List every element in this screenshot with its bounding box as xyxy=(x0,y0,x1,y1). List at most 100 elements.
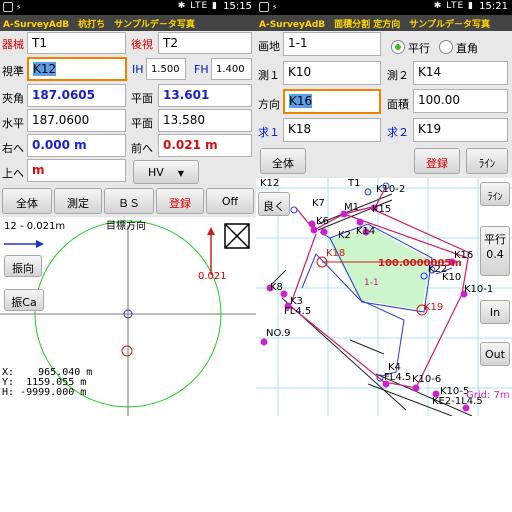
plane-distance-field[interactable]: 13.601 xyxy=(158,84,252,107)
status-bar-right: ⚡ ✱ LTE ▮ 15:21 xyxy=(256,0,512,15)
hv-select[interactable]: HV ▼ xyxy=(133,160,199,184)
fh-label: FH xyxy=(194,63,209,76)
target-direction-label: 目標方向 xyxy=(106,221,146,232)
area-label: 面積 xyxy=(387,98,409,111)
parallel-offset-label: 平行 xyxy=(484,233,506,246)
instrument-label: 器械 xyxy=(2,38,24,51)
point-label-m1: M1 xyxy=(344,202,359,213)
point-label-k7: K7 xyxy=(312,198,325,209)
calc2-label: 求２ xyxy=(387,126,409,139)
zoom-in-button[interactable]: In xyxy=(480,300,510,324)
point-label-k10: K10 xyxy=(442,272,462,283)
point-label-k10-6: K10-6 xyxy=(412,374,442,385)
forward-offset-field[interactable]: 0.021 m xyxy=(158,134,252,157)
swing-button[interactable]: 振向 xyxy=(4,255,42,277)
point-label-k18: K18 xyxy=(326,248,346,259)
clock: 15:15 xyxy=(223,1,252,12)
plane-field-2[interactable]: 13.580 xyxy=(158,109,252,132)
map-line-button[interactable]: ﾗｲﾝ xyxy=(480,182,510,206)
sight-value: K12 xyxy=(33,62,57,76)
point-label-k2: K2 xyxy=(338,230,351,241)
survey1-field[interactable]: K10 xyxy=(283,61,381,85)
calc1-field[interactable]: K18 xyxy=(283,118,381,142)
ih-field[interactable]: 1.500 xyxy=(146,58,186,80)
off-button[interactable]: Off xyxy=(206,188,254,214)
instrument-field[interactable]: T1 xyxy=(27,32,126,54)
parcel-id-label: 1-1 xyxy=(364,278,379,288)
direction-label: 方向 xyxy=(258,98,280,111)
forward-value-label: 0.021 xyxy=(198,271,227,282)
coord-h: H: -9999.000 m xyxy=(2,387,87,398)
point-label-k8: K8 xyxy=(270,282,283,293)
up-offset-label: 上へ xyxy=(2,167,24,180)
parallel-radio[interactable] xyxy=(391,40,405,54)
area-division-screen: ⚡ ✱ LTE ▮ 15:21 A-SurveyAdB 面積分割 定方向 サンプ… xyxy=(256,0,512,416)
right-arrow-icon xyxy=(36,240,44,248)
survey-stakeout-screen: ⚡ ✱ LTE ▮ 15:15 A-SurveyAdB 杭打ち サンプルデ－タ写… xyxy=(0,0,256,416)
perpendicular-label: 直角 xyxy=(456,42,478,55)
point-label-k14: K14 xyxy=(356,226,376,237)
parallel-offset-button[interactable]: 平行 0.4 xyxy=(480,226,510,276)
zoom-fit-button[interactable]: 良く xyxy=(258,192,290,216)
point-label-k10-2: K10-2 xyxy=(376,184,406,195)
parallel-label: 平行 xyxy=(408,42,430,55)
calc1-label: 求１ xyxy=(258,126,280,139)
forward-offset-label: 前へ xyxy=(131,142,153,155)
point-label-k6: K6 xyxy=(316,216,329,227)
point-label-k15: K15 xyxy=(372,204,392,215)
backsight-label: 後視 xyxy=(131,38,153,51)
survey2-label: 測２ xyxy=(387,69,409,82)
ih-label: IH xyxy=(132,63,144,76)
calc2-field[interactable]: K19 xyxy=(413,118,508,142)
included-angle-field[interactable]: 187.0605 xyxy=(27,84,126,107)
app-notification-icon xyxy=(3,2,13,12)
right-offset-label: 右へ xyxy=(2,142,24,155)
plane-distance-label: 平面 xyxy=(131,92,153,105)
plane-label-2: 平面 xyxy=(131,117,153,130)
parcel-map[interactable]: K12 T1 K10-2 K7 M1 K15 K6 K2 K14 K18 K16… xyxy=(256,178,512,416)
hv-select-value: HV xyxy=(148,166,164,179)
app-title-right: A-SurveyAdB 面積分割 定方向 サンプルデ－タ写真 xyxy=(256,15,512,31)
clock-right: 15:21 xyxy=(479,1,508,12)
overview-button[interactable]: 全体 xyxy=(2,188,52,214)
up-offset-field[interactable]: m xyxy=(27,159,126,182)
zoom-out-button[interactable]: Out xyxy=(480,342,510,366)
horizontal-field[interactable]: 187.0600 xyxy=(27,109,126,132)
offset-readout: 12 - 0.021m xyxy=(4,221,66,232)
chevron-down-icon: ▼ xyxy=(177,169,184,178)
grid-size-label: Grid: 7m xyxy=(466,390,510,401)
fh-field[interactable]: 1.400 xyxy=(211,58,252,80)
point-label-fl45: FL4.5 xyxy=(284,306,312,317)
area-result-label: 100.0000005m xyxy=(378,258,462,269)
current-position-point xyxy=(121,345,133,357)
status-bar: ⚡ ✱ LTE ▮ 15:15 xyxy=(0,0,256,15)
right-offset-field[interactable]: 0.000 m xyxy=(27,134,126,157)
register-button[interactable]: 登録 xyxy=(156,188,204,214)
point-label-no9: NO.9 xyxy=(266,328,291,339)
app-title: A-SurveyAdB 杭打ち サンプルデ－タ写真 xyxy=(0,15,256,31)
register-button-right[interactable]: 登録 xyxy=(414,148,460,174)
parcel-label: 画地 xyxy=(258,40,280,53)
parcel-field[interactable]: 1-1 xyxy=(283,32,381,56)
direction-value: K16 xyxy=(289,94,313,108)
point-label-k19: K19 xyxy=(424,302,444,313)
area-field[interactable]: 100.00 xyxy=(413,89,508,113)
point-label-fl45-2: FL4.5 xyxy=(384,372,412,383)
measure-button[interactable]: 測定 xyxy=(54,188,102,214)
parallel-offset-value: 0.4 xyxy=(486,248,504,261)
stakeout-plot[interactable]: 12 - 0.021m 目標方向 0.021 振向 振Ca X: 965.040… xyxy=(0,217,256,416)
backsight-field[interactable]: T2 xyxy=(158,32,252,54)
sight-field[interactable]: K12 xyxy=(27,57,127,81)
survey1-label: 測１ xyxy=(258,69,280,82)
perpendicular-radio[interactable] xyxy=(439,40,453,54)
point-label-k12: K12 xyxy=(260,178,280,189)
direction-field[interactable]: K16 xyxy=(283,89,381,114)
app-notification-icon xyxy=(259,2,269,12)
swing-ca-button[interactable]: 振Ca xyxy=(4,289,44,311)
backsight-button[interactable]: ＢＳ xyxy=(104,188,154,214)
overview-button-right[interactable]: 全体 xyxy=(260,148,306,174)
system-status-icons: ✱ LTE ▮ xyxy=(433,1,474,11)
line-button[interactable]: ﾗｲﾝ xyxy=(466,148,508,174)
survey2-field[interactable]: K14 xyxy=(413,61,508,85)
system-status-icons: ✱ LTE ▮ xyxy=(177,1,218,11)
